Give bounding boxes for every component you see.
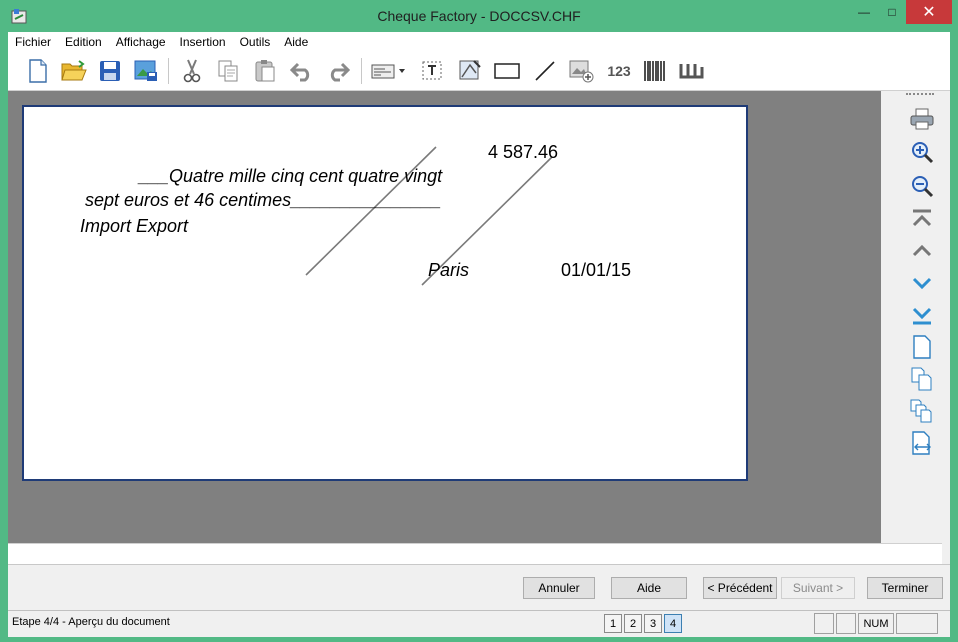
next-page-icon[interactable] bbox=[908, 269, 936, 297]
page-width-icon[interactable] bbox=[908, 429, 936, 457]
amount-in-words-line1: ___Quatre mille cinq cent quatre vingt bbox=[139, 166, 443, 186]
zoom-out-icon[interactable] bbox=[908, 172, 936, 200]
menu-aide[interactable]: Aide bbox=[277, 32, 315, 52]
status-indicator-box bbox=[814, 613, 834, 634]
chevron-down-icon[interactable] bbox=[396, 57, 408, 85]
single-page-icon[interactable] bbox=[908, 333, 936, 361]
menu-outils[interactable]: Outils bbox=[233, 32, 278, 52]
cut-icon[interactable] bbox=[178, 57, 206, 85]
last-page-icon[interactable] bbox=[908, 301, 936, 329]
undo-icon[interactable] bbox=[288, 57, 316, 85]
num-lock-indicator: NUM bbox=[858, 613, 894, 634]
title-bar: Cheque Factory - DOCCSV.CHF — □ ✕ bbox=[0, 0, 958, 32]
rectangle-icon[interactable] bbox=[493, 57, 521, 85]
line-icon[interactable] bbox=[531, 57, 559, 85]
vertical-scrollbar[interactable] bbox=[881, 91, 902, 543]
cheque-date: 01/01/15 bbox=[561, 260, 632, 280]
zoom-in-icon[interactable] bbox=[908, 138, 936, 166]
preview-tools-panel bbox=[902, 91, 942, 543]
page-tab-1[interactable]: 1 bbox=[604, 614, 622, 633]
text-frame-icon[interactable] bbox=[419, 57, 447, 85]
document-preview-area[interactable]: 4 587.46 ___Quatre mille cinq cent quatr… bbox=[8, 91, 881, 543]
two-pages-icon[interactable] bbox=[908, 365, 936, 393]
status-step-text: Etape 4/4 - Aperçu du document bbox=[12, 616, 170, 628]
menu-edition[interactable]: Edition bbox=[58, 32, 109, 52]
cheque-insert-icon[interactable] bbox=[370, 57, 398, 85]
barcode-icon[interactable] bbox=[641, 57, 669, 85]
cheque-place: Paris bbox=[428, 260, 470, 280]
previous-page-icon[interactable] bbox=[908, 237, 936, 265]
status-indicator-box bbox=[896, 613, 938, 634]
page-tab-4[interactable]: 4 bbox=[664, 614, 682, 633]
cheque-amount: 4 587.46 bbox=[488, 142, 559, 162]
next-button[interactable]: Suivant > bbox=[781, 577, 855, 599]
status-bar: Etape 4/4 - Aperçu du document 1 2 3 4 N… bbox=[8, 610, 950, 637]
open-folder-icon[interactable] bbox=[60, 57, 88, 85]
help-button[interactable]: Aide bbox=[611, 577, 687, 599]
toolbar: 123 bbox=[8, 52, 950, 91]
copy-icon[interactable] bbox=[214, 57, 242, 85]
window-title: Cheque Factory - DOCCSV.CHF bbox=[377, 8, 581, 24]
cheque-preview: 4 587.46 ___Quatre mille cinq cent quatr… bbox=[22, 105, 748, 481]
status-indicator-box bbox=[836, 613, 856, 634]
paste-icon[interactable] bbox=[251, 57, 279, 85]
save-image-icon[interactable] bbox=[132, 57, 160, 85]
multi-pages-icon[interactable] bbox=[908, 397, 936, 425]
close-button[interactable]: ✕ bbox=[906, 0, 952, 24]
redo-icon[interactable] bbox=[324, 57, 352, 85]
font-icon[interactable] bbox=[678, 57, 706, 85]
toolbar-separator bbox=[168, 58, 169, 84]
payee-name: Import Export bbox=[80, 216, 189, 236]
maximize-button[interactable]: □ bbox=[878, 0, 906, 24]
image-tool-icon[interactable] bbox=[456, 57, 484, 85]
previous-button[interactable]: < Précédent bbox=[703, 577, 777, 599]
first-page-icon[interactable] bbox=[908, 205, 936, 233]
cancel-button[interactable]: Annuler bbox=[523, 577, 595, 599]
minimize-button[interactable]: — bbox=[850, 0, 878, 24]
menu-bar: Fichier Edition Affichage Insertion Outi… bbox=[8, 32, 950, 52]
menu-insertion[interactable]: Insertion bbox=[173, 32, 233, 52]
save-icon[interactable] bbox=[96, 57, 124, 85]
toolbar-separator bbox=[361, 58, 362, 84]
page-tab-2[interactable]: 2 bbox=[624, 614, 642, 633]
page-tab-3[interactable]: 3 bbox=[644, 614, 662, 633]
menu-fichier[interactable]: Fichier bbox=[8, 32, 58, 52]
number-icon[interactable]: 123 bbox=[605, 57, 633, 85]
panel-grip bbox=[906, 93, 934, 95]
horizontal-scrollbar[interactable] bbox=[8, 543, 942, 564]
menu-affichage[interactable]: Affichage bbox=[109, 32, 173, 52]
main-window: Fichier Edition Affichage Insertion Outi… bbox=[8, 32, 950, 637]
amount-in-words-line2: sept euros et 46 centimes_______________ bbox=[85, 190, 442, 210]
print-icon[interactable] bbox=[908, 105, 936, 133]
new-document-icon[interactable] bbox=[24, 57, 52, 85]
cheque-crossing-lines bbox=[305, 146, 553, 286]
finish-button[interactable]: Terminer bbox=[867, 577, 943, 599]
wizard-buttons: Annuler Aide < Précédent Suivant > Termi… bbox=[8, 564, 950, 611]
insert-image-icon[interactable] bbox=[567, 57, 595, 85]
